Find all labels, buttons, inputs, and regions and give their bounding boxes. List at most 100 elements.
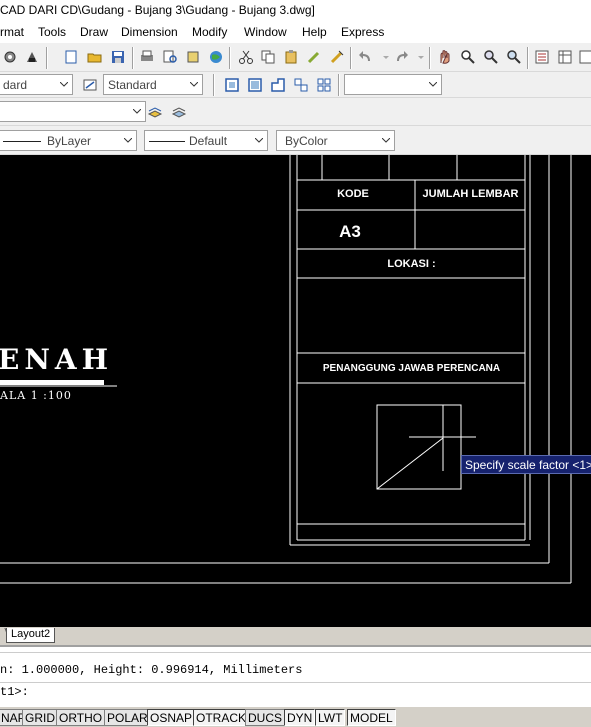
- menu-express[interactable]: Express: [341, 25, 384, 39]
- command-window[interactable]: n: 1.000000, Height: 0.996914, Millimete…: [0, 645, 591, 707]
- menu-dimension[interactable]: Dimension: [121, 25, 178, 39]
- pan-icon[interactable]: [435, 47, 455, 67]
- chevron-down-icon: [120, 131, 136, 150]
- save-icon[interactable]: [108, 47, 128, 67]
- chevron-down-icon: [186, 75, 202, 94]
- command-history-line: n: 1.000000, Height: 0.996914, Millimete…: [0, 663, 303, 677]
- status-grid-button[interactable]: GRID: [22, 709, 58, 726]
- design-center-icon[interactable]: [555, 47, 575, 67]
- dimension-style-value: Standard: [108, 78, 157, 92]
- kode-label: KODE: [337, 188, 369, 200]
- toolbar-separator: [338, 74, 340, 96]
- dimension-style-dropdown[interactable]: Standard: [103, 74, 203, 95]
- toolbar-separator: [350, 47, 352, 69]
- plan-title-underline: [0, 380, 104, 385]
- zoom-previous-icon[interactable]: [504, 47, 524, 67]
- dynamic-input-tooltip: Specify scale factor <1>:: [461, 455, 591, 474]
- properties-icon[interactable]: [532, 47, 552, 67]
- tab-layout2[interactable]: Layout2: [6, 628, 56, 643]
- status-otrack-button[interactable]: OTRACK: [193, 709, 250, 726]
- toolbar-separator: [213, 74, 215, 96]
- undo-icon[interactable]: [356, 47, 376, 67]
- toolbar-separator: [229, 47, 231, 69]
- text-style-dropdown[interactable]: dard: [0, 74, 73, 95]
- toolbar-separator: [429, 47, 431, 69]
- menu-draw[interactable]: Draw: [80, 25, 108, 39]
- chevron-down-icon: [129, 102, 145, 121]
- lokasi-label: LOKASI :: [387, 258, 436, 270]
- standard-toolbar: [0, 43, 591, 72]
- block-editor-icon[interactable]: [327, 47, 347, 67]
- viewport-object-icon[interactable]: [314, 75, 334, 95]
- chevron-down-icon: [56, 75, 72, 94]
- redo-dropdown-icon[interactable]: [411, 47, 431, 67]
- color-dropdown[interactable]: ByLayer: [0, 130, 137, 151]
- drawing-svg: [0, 155, 572, 584]
- viewport-2-icon[interactable]: [245, 75, 265, 95]
- status-ortho-button[interactable]: ORTHO: [56, 709, 106, 726]
- plot-icon[interactable]: [137, 47, 157, 67]
- properties-toolbar: ByLayer Default ByColor: [0, 126, 591, 155]
- menu-window[interactable]: Window: [244, 25, 287, 39]
- linetype-dropdown[interactable]: Default: [144, 130, 268, 151]
- layers-toolbar: [0, 98, 591, 126]
- new-file-icon[interactable]: [61, 47, 81, 67]
- open-folder-icon[interactable]: [85, 47, 105, 67]
- penanggung-jawab-label: PENANGGUNG JAWAB PERENCANA: [322, 363, 501, 374]
- lineweight-dropdown[interactable]: ByColor: [276, 130, 395, 151]
- layer-states-icon[interactable]: [169, 102, 189, 122]
- status-bar: NAP GRID ORTHO POLAR OSNAP OTRACK DUCS D…: [0, 707, 591, 727]
- tool-palettes-icon[interactable]: [576, 47, 591, 67]
- layout-tabs: Layout2: [0, 627, 591, 645]
- match-properties-icon[interactable]: [304, 47, 324, 67]
- status-ducs-button[interactable]: DUCS: [245, 709, 286, 726]
- menu-format[interactable]: rmat: [0, 25, 24, 39]
- window-title: CAD DARI CD\Gudang - Bujang 3\Gudang - B…: [0, 3, 315, 17]
- status-model-button[interactable]: MODEL: [347, 709, 396, 726]
- command-divider: [0, 682, 591, 683]
- paste-icon[interactable]: [281, 47, 301, 67]
- render-icon[interactable]: [22, 47, 42, 67]
- linetype-sample-line: [149, 141, 185, 142]
- status-osnap-button[interactable]: OSNAP: [147, 709, 196, 726]
- menu-bar: rmat Tools Draw Dimension Modify Window …: [0, 21, 591, 43]
- status-polar-button[interactable]: POLAR: [104, 709, 151, 726]
- viewport-1-icon[interactable]: [222, 75, 242, 95]
- status-lwt-button[interactable]: LWT: [315, 709, 346, 726]
- layer-dropdown[interactable]: [0, 101, 146, 122]
- toolbar-separator: [132, 47, 134, 69]
- plan-title: ENAH: [0, 343, 114, 376]
- scale-label: ALA 1 :100: [0, 389, 72, 402]
- viewport-scale-dropdown[interactable]: [344, 74, 442, 95]
- plot-preview-icon[interactable]: [160, 47, 180, 67]
- drawing-canvas[interactable]: KODE JUMLAH LEMBAR A3 LOKASI : PENANGGUN…: [0, 155, 591, 627]
- copy-icon[interactable]: [258, 47, 278, 67]
- status-dyn-button[interactable]: DYN: [284, 709, 316, 726]
- styles-toolbar: dard Standard: [0, 72, 591, 98]
- chevron-down-icon: [378, 131, 394, 150]
- menu-help[interactable]: Help: [302, 25, 327, 39]
- command-splitter[interactable]: [0, 649, 591, 653]
- toolbar-separator: [527, 47, 529, 69]
- viewport-polygon-icon[interactable]: [291, 75, 311, 95]
- menu-tools[interactable]: Tools: [38, 25, 66, 39]
- cut-icon[interactable]: [236, 47, 256, 67]
- kode-value: A3: [339, 222, 361, 241]
- dimension-style-icon[interactable]: [80, 75, 100, 95]
- zoom-realtime-icon[interactable]: [458, 47, 478, 67]
- lineweight-value: ByColor: [285, 134, 328, 148]
- viewport-clip-icon[interactable]: [268, 75, 288, 95]
- publish-icon[interactable]: [183, 47, 203, 67]
- chevron-down-icon: [425, 75, 441, 94]
- menu-modify[interactable]: Modify: [192, 25, 227, 39]
- title-bar: CAD DARI CD\Gudang - Bujang 3\Gudang - B…: [0, 0, 591, 21]
- toolbar-separator: [46, 47, 48, 69]
- settings-icon[interactable]: [0, 47, 20, 67]
- layer-previous-icon[interactable]: [145, 102, 165, 122]
- text-style-value: dard: [3, 78, 28, 92]
- zoom-window-icon[interactable]: [481, 47, 501, 67]
- globe-icon[interactable]: [206, 47, 226, 67]
- color-value: ByLayer: [47, 134, 92, 148]
- redo-icon[interactable]: [391, 47, 411, 67]
- command-prompt[interactable]: t1>:: [0, 685, 29, 699]
